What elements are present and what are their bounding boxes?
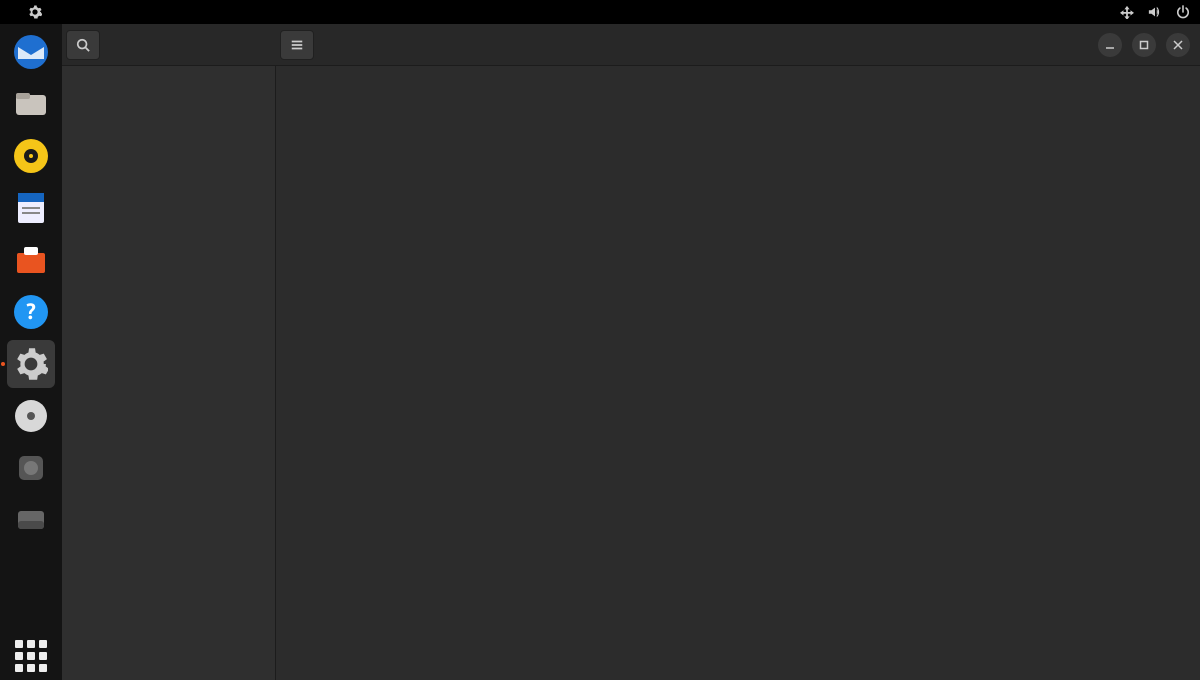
settings-sidebar [62, 66, 276, 680]
dock-item-settings[interactable] [7, 340, 55, 388]
dock-item-show-apps[interactable] [7, 632, 55, 680]
svg-text:?: ? [26, 299, 36, 324]
dock-item-software[interactable] [7, 236, 55, 284]
minimize-icon [1105, 40, 1115, 50]
minimize-button[interactable] [1098, 33, 1122, 57]
volume-icon[interactable] [1148, 5, 1162, 19]
close-button[interactable] [1166, 33, 1190, 57]
dock-item-disk[interactable] [7, 444, 55, 492]
gear-icon [28, 5, 42, 19]
dock-item-rhythmbox[interactable] [7, 132, 55, 180]
dock: ? [0, 24, 62, 680]
network-icon[interactable] [1120, 5, 1134, 19]
titlebar [62, 24, 1200, 66]
dock-item-writer[interactable] [7, 184, 55, 232]
dock-item-disc[interactable] [7, 392, 55, 440]
search-button[interactable] [66, 30, 100, 60]
settings-window [62, 24, 1200, 680]
dock-item-thunderbird[interactable] [7, 28, 55, 76]
top-panel [0, 0, 1200, 24]
dock-item-help[interactable]: ? [7, 288, 55, 336]
menu-button[interactable] [280, 30, 314, 60]
content-pane [276, 66, 1200, 680]
close-icon [1173, 40, 1183, 50]
search-icon [76, 38, 90, 52]
panel-app-menu[interactable] [28, 5, 48, 19]
maximize-icon [1139, 40, 1149, 50]
dock-item-files[interactable] [7, 80, 55, 128]
dock-item-drive[interactable] [7, 496, 55, 544]
maximize-button[interactable] [1132, 33, 1156, 57]
hamburger-icon [290, 38, 304, 52]
power-icon[interactable] [1176, 5, 1190, 19]
